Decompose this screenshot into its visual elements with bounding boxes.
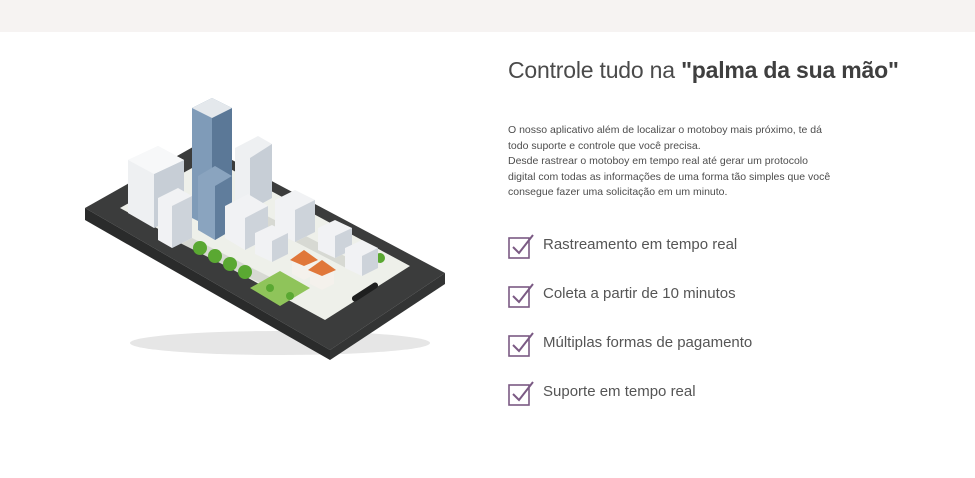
smartphone-city-illustration xyxy=(85,98,445,360)
feature-item: Rastreamento em tempo real xyxy=(508,232,752,281)
section-heading: Controle tudo na "palma da sua mão" xyxy=(508,55,948,85)
feature-item: Coleta a partir de 10 minutos xyxy=(508,281,752,330)
feature-item: Suporte em tempo real xyxy=(508,379,752,428)
description-paragraph-1: O nosso aplicativo além de localizar o m… xyxy=(508,124,822,152)
feature-list: Rastreamento em tempo real Coleta a part… xyxy=(508,232,752,428)
heading-prefix: Controle tudo na xyxy=(508,57,682,83)
feature-label: Rastreamento em tempo real xyxy=(543,236,738,253)
heading-emphasis: "palma da sua mão" xyxy=(681,57,899,83)
checkbox-checked-icon xyxy=(508,234,534,259)
section-description: O nosso aplicativo além de localizar o m… xyxy=(508,123,838,201)
feature-label: Suporte em tempo real xyxy=(543,383,696,400)
description-paragraph-2: Desde rastrear o motoboy em tempo real a… xyxy=(508,155,831,198)
checkbox-checked-icon xyxy=(508,283,534,308)
feature-section: Controle tudo na "palma da sua mão" O no… xyxy=(508,55,948,406)
top-band xyxy=(0,0,975,32)
checkbox-checked-icon xyxy=(508,381,534,406)
feature-item: Múltiplas formas de pagamento xyxy=(508,330,752,379)
feature-label: Coleta a partir de 10 minutos xyxy=(543,285,736,302)
feature-label: Múltiplas formas de pagamento xyxy=(543,334,753,351)
checkbox-checked-icon xyxy=(508,332,534,357)
